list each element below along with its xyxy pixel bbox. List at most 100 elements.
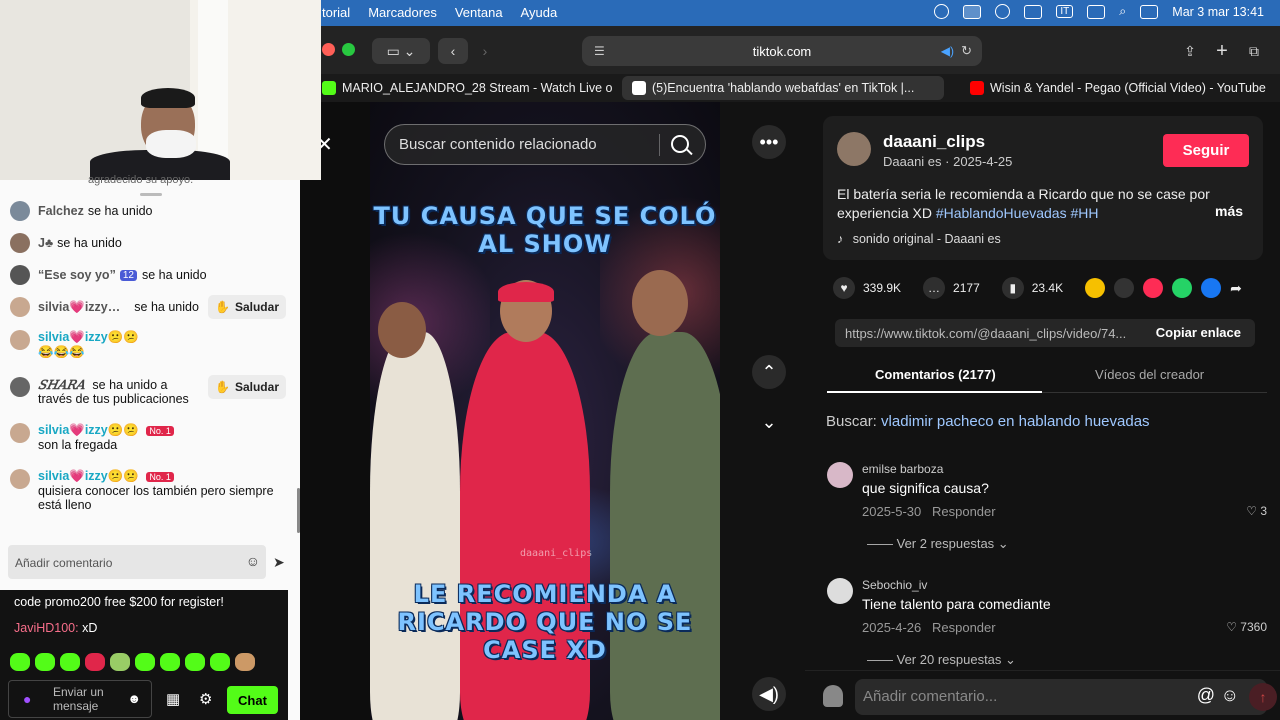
emote-icon[interactable] <box>110 653 130 671</box>
comment-icon[interactable]: … <box>923 277 946 299</box>
tab-overview-icon[interactable]: ⧉ <box>1242 38 1266 64</box>
emote-icon[interactable] <box>210 653 230 671</box>
battery-icon[interactable] <box>1024 4 1043 19</box>
forward-button[interactable]: › <box>472 38 498 64</box>
emoji-icon[interactable]: ☻ <box>127 691 141 706</box>
chat-scrollbar[interactable] <box>297 488 300 533</box>
creator-username[interactable]: daaani_clips <box>883 132 985 152</box>
tab-youtube[interactable]: Wisin & Yandel - Pegao (Official Video) … <box>960 76 1270 100</box>
more-link[interactable]: más <box>1215 203 1243 219</box>
menu-item-ventana[interactable]: Ventana <box>455 5 503 20</box>
sidebar-toggle-button[interactable]: ▭ ⌄ <box>372 38 430 64</box>
comment-like[interactable]: ♡ 7360 <box>1226 620 1267 634</box>
mention-icon[interactable]: @ <box>1197 685 1215 706</box>
volume-icon[interactable]: ◀) <box>752 677 786 711</box>
like-icon[interactable]: ♥ <box>833 277 855 299</box>
search-icon[interactable] <box>671 135 689 153</box>
close-window-button[interactable] <box>322 43 335 56</box>
commenter-avatar[interactable] <box>827 578 853 604</box>
menu-item[interactable]: torial <box>322 5 350 20</box>
emoji-icon[interactable]: ☺ <box>1221 685 1239 706</box>
chat-button[interactable]: Chat <box>227 686 278 714</box>
tab-tiktok[interactable]: (5)Encuentra 'hablando webafdas' en TikT… <box>622 76 944 100</box>
repost-icon[interactable] <box>1085 278 1106 298</box>
chat-avatar[interactable] <box>10 297 30 317</box>
post-comment-button[interactable]: ↑ <box>1249 683 1277 711</box>
greet-button[interactable]: ✋ Saludar <box>208 375 286 399</box>
view-replies[interactable]: —— Ver 20 respuestas ⌄ <box>867 652 1016 668</box>
tab-comments[interactable]: Comentarios (2177) <box>875 367 996 382</box>
page-menu-icon[interactable]: ☰ <box>594 44 605 58</box>
copy-link-button[interactable]: Copiar enlace <box>1156 325 1241 340</box>
emote-icon[interactable] <box>160 653 180 671</box>
back-button[interactable]: ‹ <box>438 38 468 64</box>
play-icon[interactable] <box>995 4 1011 19</box>
menu-item-marcadores[interactable]: Marcadores <box>368 5 437 20</box>
send-to-friends-icon[interactable] <box>1143 278 1164 298</box>
chat-user[interactable]: JaviHD100: <box>14 621 79 635</box>
control-center-icon[interactable] <box>1140 4 1159 19</box>
view-replies[interactable]: —— Ver 2 respuestas ⌄ <box>867 536 1009 552</box>
link-icon[interactable] <box>1087 4 1106 19</box>
chat-user[interactable]: silvia💗izzy… <box>38 300 120 315</box>
microphone-icon[interactable]: ● <box>23 691 31 707</box>
emote-icon[interactable] <box>10 653 30 671</box>
chat-user[interactable]: silvia💗izzy😕😕 <box>38 330 139 344</box>
chat-avatar[interactable] <box>10 377 30 397</box>
comment-input[interactable]: Añadir comentario... @ ☺ <box>855 679 1267 715</box>
greet-button[interactable]: ✋ Saludar <box>208 295 286 319</box>
emote-icon[interactable] <box>135 653 155 671</box>
drag-handle[interactable] <box>140 193 162 196</box>
tab-kick-stream[interactable]: MARIO_ALEJANDRO_28 Stream - Watch Live o… <box>312 76 612 100</box>
sound-row[interactable]: ♪ sonido original - Daaani es <box>837 232 1001 246</box>
spotlight-search-icon[interactable]: ⌕ <box>1119 4 1126 19</box>
more-options-icon[interactable]: ••• <box>752 125 786 159</box>
reply-button[interactable]: Responder <box>932 504 996 519</box>
creator-avatar[interactable] <box>837 132 871 166</box>
next-video-button[interactable]: ⌄ <box>752 405 786 439</box>
share-more-icon[interactable]: ➦ <box>1230 280 1242 297</box>
emote-icon[interactable] <box>35 653 55 671</box>
send-message-input[interactable]: ● Enviar un mensaje ☻ <box>8 680 152 718</box>
emote-icon[interactable] <box>85 653 105 671</box>
chat-user[interactable]: silvia💗izzy😕😕 <box>38 423 139 437</box>
video-player[interactable]: TU CAUSA QUE SE COLÓ AL SHOW daaani_clip… <box>370 102 720 720</box>
share-url[interactable]: https://www.tiktok.com/@daaani_clips/vid… <box>845 326 1126 341</box>
chat-user[interactable]: silvia💗izzy😕😕 <box>38 469 139 483</box>
chat-avatar[interactable] <box>10 330 30 350</box>
previous-video-button[interactable]: ⌃ <box>752 355 786 389</box>
chat-avatar[interactable] <box>10 469 30 489</box>
emote-icon[interactable] <box>60 653 80 671</box>
reload-icon[interactable]: ↻ <box>961 43 972 59</box>
input-source-icon[interactable]: IT <box>1056 5 1074 18</box>
emote-icon[interactable] <box>235 653 255 671</box>
zoom-window-button[interactable] <box>342 43 355 56</box>
embed-icon[interactable] <box>1114 278 1135 298</box>
chat-avatar[interactable] <box>10 201 30 221</box>
tab-creator-videos[interactable]: Vídeos del creador <box>1095 367 1204 382</box>
chat-user[interactable]: Falchez <box>38 204 84 218</box>
commenter-name[interactable]: emilse barboza <box>862 462 943 476</box>
chat-avatar[interactable] <box>10 233 30 253</box>
hashtag-links[interactable]: #HablandoHuevadas #HH <box>936 205 1099 221</box>
commenter-name[interactable]: Sebochio_iv <box>862 578 927 592</box>
search-suggestion[interactable]: Buscar: vladimir pacheco en hablando hue… <box>826 413 1150 430</box>
follow-button[interactable]: Seguir <box>1163 134 1249 167</box>
commenter-avatar[interactable] <box>827 462 853 488</box>
menu-item-ayuda[interactable]: Ayuda <box>521 5 558 20</box>
related-search-input[interactable]: Buscar contenido relacionado <box>384 124 706 165</box>
status-app-icon[interactable] <box>934 4 950 19</box>
gear-icon[interactable]: ⚙ <box>199 690 212 708</box>
screen-mirror-icon[interactable] <box>963 4 982 19</box>
share-icon[interactable]: ⇪ <box>1178 38 1202 64</box>
audio-playing-icon[interactable]: ◀) <box>941 44 954 58</box>
chat-avatar[interactable] <box>10 265 30 285</box>
chat-avatar[interactable] <box>10 423 30 443</box>
clock[interactable]: Mar 3 mar 13:41 <box>1172 5 1264 19</box>
address-bar[interactable]: ☰ tiktok.com ◀) ↻ <box>582 36 982 66</box>
chat-user[interactable]: 𝑆𝐻𝐴𝑅𝐴 <box>38 377 85 392</box>
store-icon[interactable]: ▦ <box>166 690 180 708</box>
reply-button[interactable]: Responder <box>932 620 996 635</box>
chat-user[interactable]: “Ese soy yo” <box>38 268 116 282</box>
send-icon[interactable]: ➤ <box>273 554 285 571</box>
